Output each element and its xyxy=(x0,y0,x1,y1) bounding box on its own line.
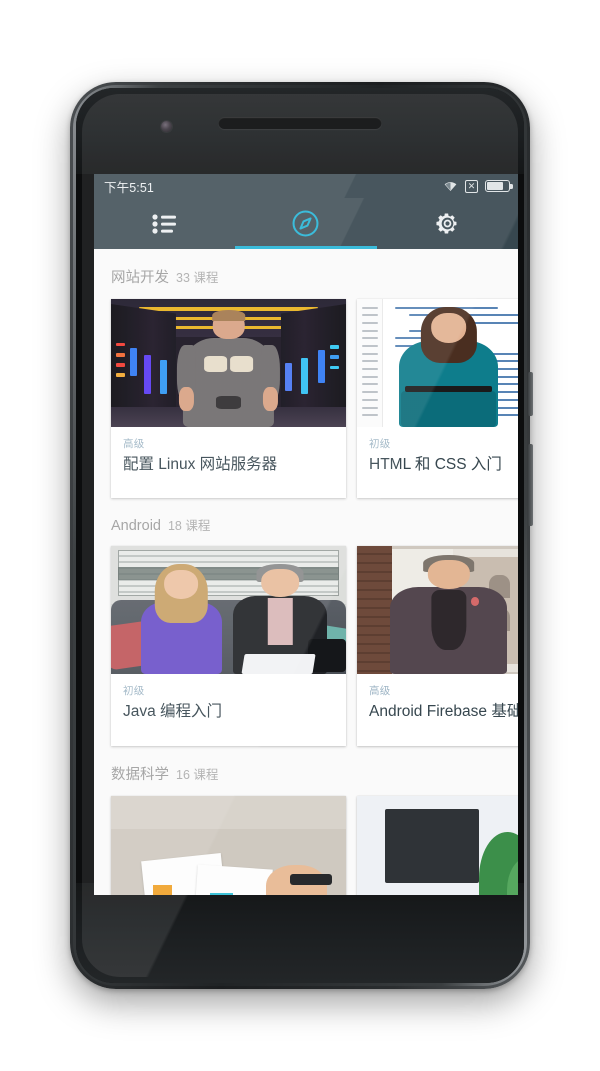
desk-monitor-plant-photo xyxy=(357,795,518,895)
course-title: 配置 Linux 网站服务器 xyxy=(123,456,278,473)
course-thumbnail xyxy=(357,546,518,675)
course-card[interactable]: 高级 Android Firebase 基础 xyxy=(357,546,518,746)
desk-charts-photo xyxy=(111,795,346,895)
course-card[interactable] xyxy=(111,795,346,895)
screenshot-stage: 下午5:51 ✕ 网站开发 33 课程 高级 配置 Linux 网站服务器 初级… xyxy=(0,0,600,1071)
course-card[interactable] xyxy=(357,795,518,895)
course-level: 高级 xyxy=(123,438,145,450)
wifi-icon xyxy=(444,182,457,192)
course-level: 初级 xyxy=(369,438,391,450)
top-tab-bar xyxy=(94,198,518,249)
list-icon xyxy=(152,213,176,234)
course-card[interactable]: 高级 配置 Linux 网站服务器 xyxy=(111,299,346,499)
course-card-body: 初级 HTML 和 CSS 入门 xyxy=(357,427,518,498)
course-card-body: 高级 Android Firebase 基础 xyxy=(357,674,518,745)
course-card-body: 初级 Java 编程入门 xyxy=(111,674,346,745)
couch-interview-photo xyxy=(111,546,346,675)
course-thumbnail xyxy=(111,546,346,675)
course-level: 初级 xyxy=(123,685,145,698)
section-title: 网站开发 xyxy=(111,270,169,286)
compass-icon xyxy=(293,210,319,237)
section-header-data-science: 数据科学 16 课程 xyxy=(94,746,518,796)
phone-top-bezel xyxy=(76,88,524,174)
tab-settings[interactable] xyxy=(377,198,518,249)
course-title: Android Firebase 基础 xyxy=(369,703,518,721)
volume-button[interactable] xyxy=(528,444,533,526)
no-sim-icon: ✕ xyxy=(465,179,478,193)
active-tab-indicator xyxy=(235,246,377,249)
phone-bottom-bezel xyxy=(76,883,524,983)
course-row-web-development[interactable]: 高级 配置 Linux 网站服务器 初级 HTML 和 CSS 入门 xyxy=(94,299,518,499)
section-title: 数据科学 xyxy=(111,766,169,783)
tab-my-courses[interactable] xyxy=(94,198,235,249)
status-bar: 下午5:51 ✕ xyxy=(94,174,518,198)
status-clock: 下午5:51 xyxy=(104,180,154,195)
power-button[interactable] xyxy=(528,372,533,416)
gear-icon xyxy=(436,213,457,234)
course-thumbnail xyxy=(111,299,346,427)
data-center-instructor-photo xyxy=(111,299,346,427)
course-row-android[interactable]: 初级 Java 编程入门 高级 Android Firebase 基础 xyxy=(94,546,518,746)
phone-device: 下午5:51 ✕ 网站开发 33 课程 高级 配置 Linux 网站服务器 初级… xyxy=(70,82,533,989)
course-card-body: 高级 配置 Linux 网站服务器 xyxy=(111,427,346,498)
section-course-count: 18 课程 xyxy=(167,519,211,534)
course-card[interactable]: 初级 Java 编程入门 xyxy=(111,546,346,746)
course-thumbnail xyxy=(357,299,518,427)
course-title: HTML 和 CSS 入门 xyxy=(369,456,502,473)
tab-discover[interactable] xyxy=(235,198,376,249)
discover-content[interactable]: 网站开发 33 课程 高级 配置 Linux 网站服务器 初级 HTML 和 C… xyxy=(94,249,518,895)
section-course-count: 16 课程 xyxy=(176,767,219,782)
phone-front-face: 下午5:51 ✕ 网站开发 33 课程 高级 配置 Linux 网站服务器 初级… xyxy=(76,88,524,983)
battery-icon xyxy=(485,180,513,192)
section-header-android: Android 18 课程 xyxy=(94,498,518,546)
section-header-web-development: 网站开发 33 课程 xyxy=(94,249,518,299)
course-thumbnail xyxy=(357,795,518,895)
section-title: Android xyxy=(111,518,161,535)
front-camera-icon xyxy=(161,121,172,132)
course-thumbnail xyxy=(111,795,346,895)
phone-screen: 下午5:51 ✕ 网站开发 33 课程 高级 配置 Linux 网站服务器 初级… xyxy=(94,174,518,895)
course-level: 高级 xyxy=(369,685,391,698)
html-code-instructors-photo xyxy=(357,299,518,427)
status-icon-group: ✕ xyxy=(443,179,513,193)
earpiece-speaker xyxy=(218,117,382,129)
course-row-data-science[interactable] xyxy=(94,795,518,895)
section-course-count: 33 课程 xyxy=(176,271,219,285)
course-card[interactable]: 初级 HTML 和 CSS 入门 xyxy=(357,299,518,499)
course-title: Java 编程入门 xyxy=(123,703,223,721)
award-man-photo xyxy=(357,546,518,675)
